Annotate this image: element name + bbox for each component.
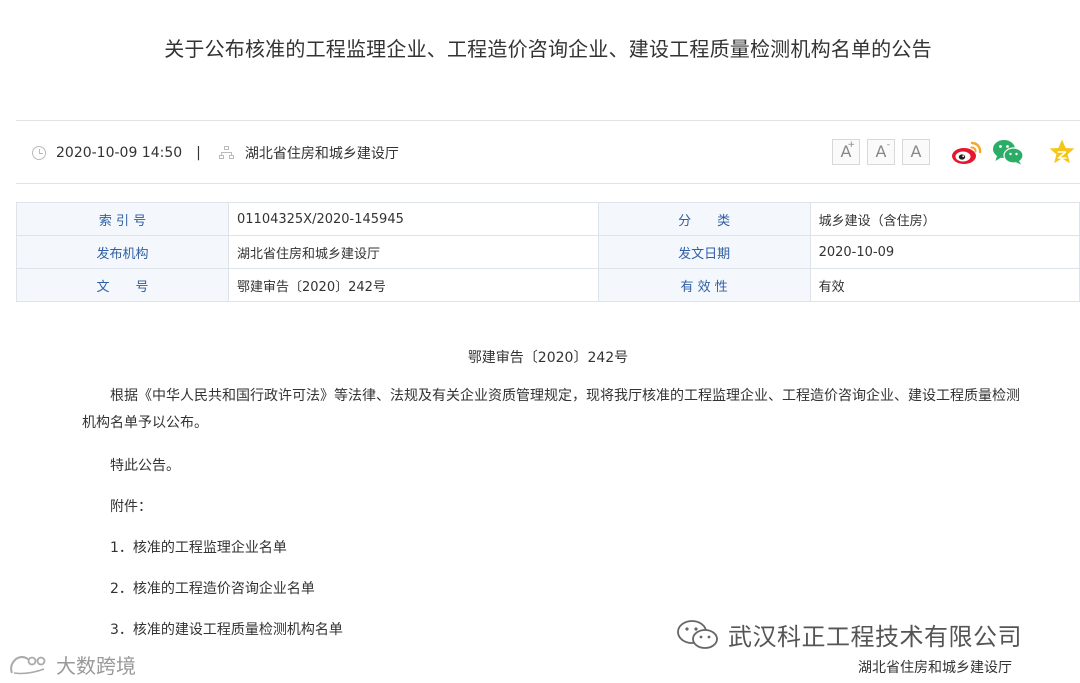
- attachment-link-2[interactable]: 2．核准的工程造价咨询企业名单: [110, 578, 315, 598]
- info-key-doc-number: 文 号: [16, 268, 229, 302]
- attachment-link-3[interactable]: 3．核准的建设工程质量检测机构名单: [110, 619, 343, 639]
- publish-datetime: 2020-10-09 14:50: [56, 145, 183, 161]
- attachment-link-1[interactable]: 1．核准的工程监理企业名单: [110, 537, 287, 557]
- bottom-left-watermark: 大数跨境: [8, 650, 136, 679]
- document-number: 鄂建审告〔2020〕242号: [467, 350, 629, 366]
- table-row: 发布机构 湖北省住房和城乡建设厅 发文日期 2020-10-09: [16, 235, 1080, 269]
- clock-icon: [32, 146, 46, 160]
- wechat-account-watermark: 武汉科正工程技术有限公司: [676, 617, 1022, 652]
- info-value-category: 城乡建设（含住房）: [809, 202, 1080, 236]
- body-paragraph: 根据《中华人民共和国行政许可法》等法律、法规及有关企业资质管理规定，现将我厅核准…: [82, 388, 1020, 431]
- publisher-name: 湖北省住房和城乡建设厅: [244, 146, 399, 162]
- notice-text: 特此公告。: [110, 458, 180, 474]
- info-key-validity: 有 效 性: [597, 268, 811, 302]
- attachments-label: 附件：: [110, 499, 152, 515]
- font-increase-button[interactable]: A +: [832, 139, 860, 165]
- info-value-validity: 有效: [809, 268, 1080, 302]
- font-decrease-button[interactable]: A-: [867, 139, 895, 165]
- watermark-logo-icon: [10, 655, 46, 674]
- org-icon: [218, 146, 235, 160]
- info-key-date: 发文日期: [597, 235, 811, 269]
- document-info-table: 索 引 号 01104325X/2020-145945 分 类 城乡建设（含住房…: [16, 202, 1080, 302]
- weibo-share-icon[interactable]: [951, 138, 983, 166]
- table-row: 文 号 鄂建审告〔2020〕242号 有 效 性 有效: [16, 268, 1080, 302]
- article-meta-bar: 2020-10-09 14:50 | 湖北省住房和城乡建设厅 A + A- A: [16, 120, 1080, 184]
- signature-text: 湖北省住房和城乡建设厅: [858, 660, 1012, 676]
- info-key-index: 索 引 号: [16, 202, 229, 236]
- wechat-share-icon[interactable]: [992, 138, 1024, 166]
- meta-separator: |: [196, 145, 201, 161]
- table-row: 索 引 号 01104325X/2020-145945 分 类 城乡建设（含住房…: [16, 202, 1080, 236]
- info-key-category: 分 类: [597, 202, 811, 236]
- info-value-doc-number: 鄂建审告〔2020〕242号: [228, 268, 599, 302]
- info-value-date: 2020-10-09: [809, 235, 1080, 269]
- wechat-watermark-icon: [677, 619, 718, 649]
- favorite-star-icon[interactable]: [1048, 138, 1076, 166]
- font-default-button[interactable]: A: [902, 139, 930, 165]
- article-title: 关于公布核准的工程监理企业、工程造价咨询企业、建设工程质量检测机构名单的公告: [164, 37, 932, 61]
- font-size-controls: A + A- A: [832, 139, 937, 165]
- article-meta: 2020-10-09 14:50 | 湖北省住房和城乡建设厅: [32, 143, 399, 163]
- info-key-publisher: 发布机构: [16, 235, 229, 269]
- info-value-publisher: 湖北省住房和城乡建设厅: [228, 235, 599, 269]
- info-value-index: 01104325X/2020-145945: [228, 202, 599, 236]
